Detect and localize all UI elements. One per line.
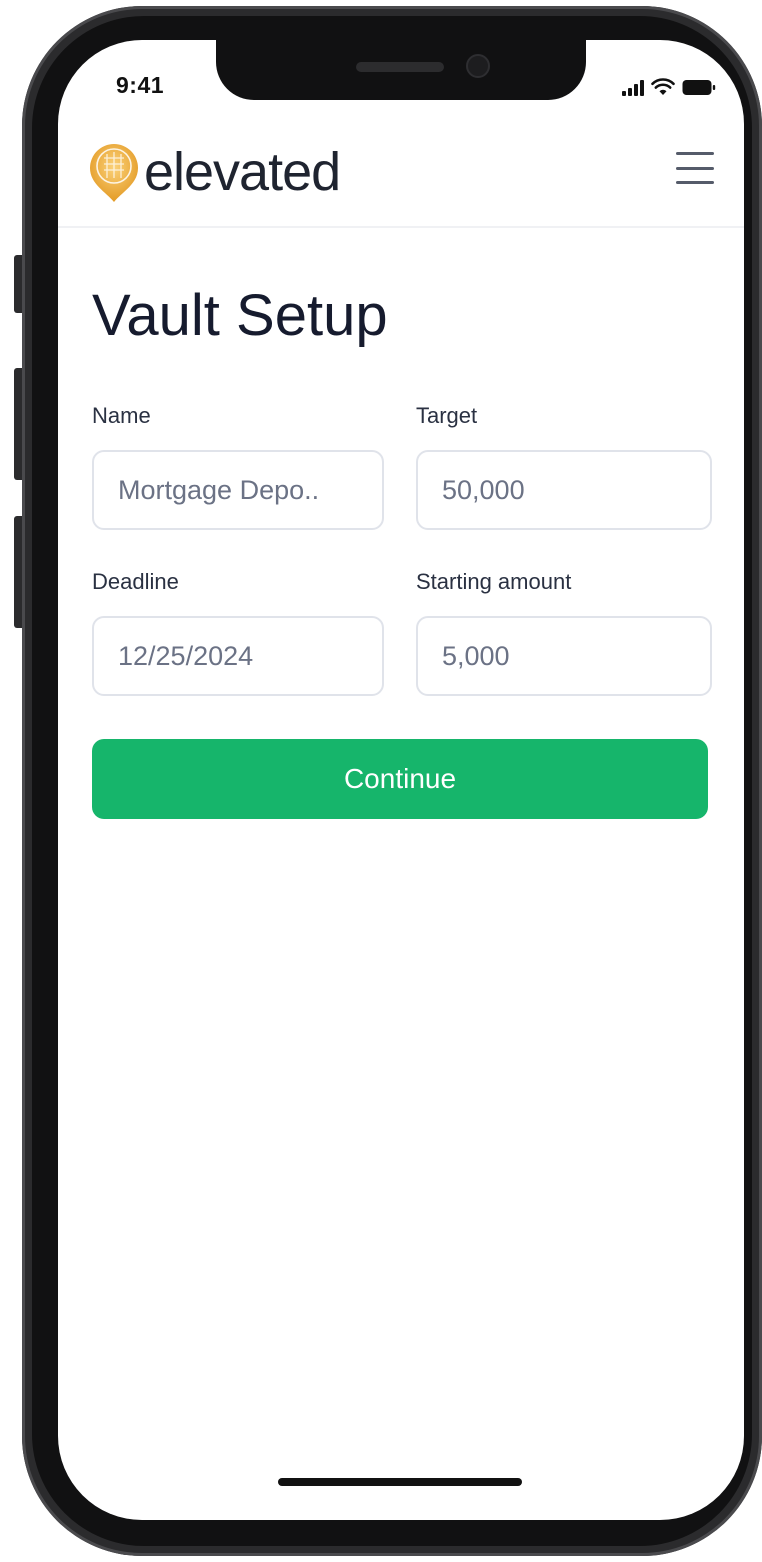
name-field-group: Name <box>92 402 384 530</box>
wifi-icon <box>651 78 675 95</box>
deadline-input[interactable] <box>92 616 384 696</box>
menu-line <box>676 166 714 170</box>
device-mockup: 9:41 elevated Vault Setup Name Mortgage … <box>0 0 762 1562</box>
notch <box>216 40 586 100</box>
front-camera <box>466 54 490 78</box>
continue-button[interactable]: Continue <box>92 739 708 819</box>
cellular-signal-icon <box>622 80 644 96</box>
home-indicator[interactable] <box>278 1478 522 1486</box>
app-header: elevated <box>58 128 744 228</box>
menu-line <box>676 152 714 155</box>
hamburger-menu-icon[interactable] <box>676 152 714 184</box>
brand-name: elevated <box>144 142 341 202</box>
battery-icon <box>682 80 716 95</box>
elevated-logo-icon[interactable] <box>84 140 144 204</box>
target-label: Target <box>416 403 478 428</box>
phone-screen: 9:41 elevated Vault Setup Name Mortgage … <box>58 40 744 1520</box>
deadline-field-group: Deadline <box>92 568 384 696</box>
starting-amount-field-group: Starting amount <box>416 568 712 696</box>
deadline-label: Deadline <box>92 569 179 594</box>
menu-line <box>676 181 714 184</box>
page-title: Vault Setup <box>92 283 388 348</box>
status-time: 9:41 <box>116 72 165 98</box>
target-input[interactable] <box>416 450 712 530</box>
speaker-grille <box>356 62 444 72</box>
starting-amount-label: Starting amount <box>416 569 572 594</box>
name-label: Name <box>92 403 151 428</box>
status-icons <box>622 76 716 96</box>
name-input[interactable] <box>92 450 384 530</box>
target-field-group: Target <box>416 402 712 530</box>
starting-amount-input[interactable] <box>416 616 712 696</box>
